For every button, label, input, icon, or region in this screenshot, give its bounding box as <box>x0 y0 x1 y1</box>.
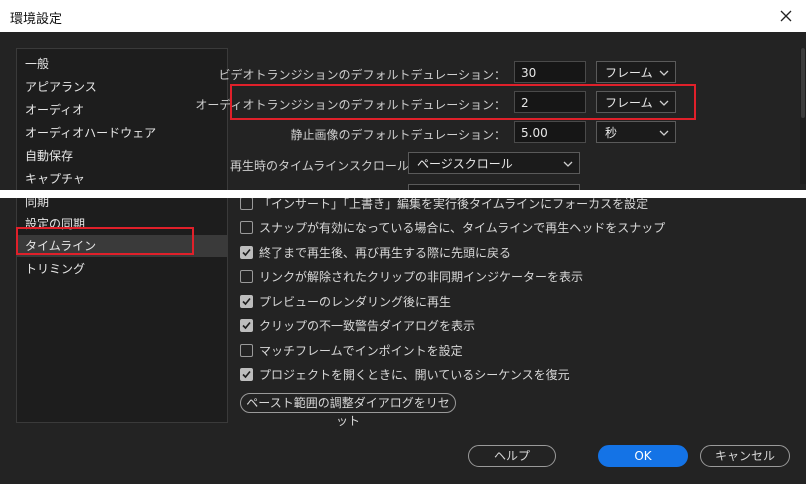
sidebar-item-audio-hardware[interactable]: オーディオハードウェア <box>17 122 227 144</box>
audio-transition-unit: フレーム <box>605 96 653 110</box>
checkbox-checked[interactable] <box>240 367 253 381</box>
video-transition-label: ビデオトランジションのデフォルトデュレーション： <box>218 68 506 82</box>
close-icon <box>780 10 792 22</box>
sidebar-item-trimming[interactable]: トリミング <box>17 258 227 280</box>
checkbox-row-return-to-start[interactable]: 終了まで再生後、再び再生する際に先頭に戻る <box>240 243 511 261</box>
still-image-unit-select[interactable]: 秒 <box>596 121 676 143</box>
video-transition-input[interactable]: 30 <box>514 61 586 83</box>
timeline-scroll-value: ページスクロール <box>417 157 513 171</box>
sidebar-item-sync-settings[interactable]: 設定の同期 <box>17 213 227 235</box>
ok-button[interactable]: OK <box>598 445 688 467</box>
checkmark-icon <box>242 321 251 329</box>
dialog-title: 環境設定 <box>10 12 63 27</box>
timeline-scroll-label: 再生時のタイムラインスクロール： <box>230 159 421 173</box>
dialog-titlebar: 環境設定 <box>0 0 806 33</box>
reset-paste-dialog-button[interactable]: ペースト範囲の調整ダイアログをリセット <box>240 393 456 428</box>
audio-transition-input[interactable]: 2 <box>514 91 586 113</box>
checkbox-row-async-indicator[interactable]: リンクが解除されたクリップの非同期インジケーターを表示 <box>240 267 583 285</box>
checkmark-icon <box>242 370 251 378</box>
checkbox-label: クリップの不一致警告ダイアログを表示 <box>259 318 476 333</box>
checkmark-icon <box>242 297 251 305</box>
checkbox-label: 終了まで再生後、再び再生する際に先頭に戻る <box>259 245 512 260</box>
still-image-label: 静止画像のデフォルトデュレーション： <box>290 128 506 142</box>
sidebar-item-timeline[interactable]: タイムライン <box>17 235 227 257</box>
sidebar-item-appearance[interactable]: アピアランス <box>17 76 227 98</box>
checkbox-label: リンクが解除されたクリップの非同期インジケーターを表示 <box>259 269 584 284</box>
checkbox[interactable] <box>240 220 253 234</box>
checkbox-label: プレビューのレンダリング後に再生 <box>259 294 452 309</box>
still-image-input[interactable]: 5.00 <box>514 121 586 143</box>
audio-transition-unit-select[interactable]: フレーム <box>596 91 676 113</box>
checkbox-row-snap-playhead[interactable]: スナップが有効になっている場合に、タイムラインで再生ヘッドをスナップ <box>240 218 665 236</box>
preferences-dialog: 一般 アピアランス オーディオ オーディオハードウェア 自動保存 キャプチャ 同… <box>0 32 806 484</box>
checkbox-label: スナップが有効になっている場合に、タイムラインで再生ヘッドをスナップ <box>259 220 666 235</box>
sidebar-item-general[interactable]: 一般 <box>17 53 227 75</box>
close-button[interactable] <box>774 4 798 28</box>
checkbox-label: プロジェクトを開くときに、開いているシーケンスを復元 <box>259 367 570 382</box>
video-transition-unit: フレーム <box>605 66 653 80</box>
sidebar-item-autosave[interactable]: 自動保存 <box>17 145 227 167</box>
cancel-button[interactable]: キャンセル <box>700 445 790 467</box>
sidebar-item-capture[interactable]: キャプチャ <box>17 168 227 190</box>
checkbox[interactable] <box>240 343 253 357</box>
settings-scrollbar[interactable] <box>800 48 806 184</box>
chevron-down-icon <box>659 92 669 114</box>
audio-transition-label: オーディオトランジションのデフォルトデュレーション： <box>195 98 506 112</box>
chevron-down-icon <box>659 122 669 144</box>
checkbox-checked[interactable] <box>240 318 253 332</box>
checkbox[interactable] <box>240 196 253 210</box>
video-transition-unit-select[interactable]: フレーム <box>596 61 676 83</box>
scrollbar-thumb[interactable] <box>801 48 805 118</box>
chevron-down-icon <box>563 153 573 175</box>
checkbox[interactable] <box>240 269 253 283</box>
checkbox-checked[interactable] <box>240 294 253 308</box>
checkmark-icon <box>242 248 251 256</box>
checkbox-row-restore-sequences[interactable]: プロジェクトを開くときに、開いているシーケンスを復元 <box>240 365 570 383</box>
still-image-unit: 秒 <box>605 126 618 140</box>
timeline-scroll-select[interactable]: ページスクロール <box>408 152 580 174</box>
checkbox-row-mismatch-warning[interactable]: クリップの不一致警告ダイアログを表示 <box>240 316 475 334</box>
checkbox-row-play-after-render[interactable]: プレビューのレンダリング後に再生 <box>240 292 451 310</box>
checkbox-checked[interactable] <box>240 245 253 259</box>
split-band <box>0 190 806 198</box>
help-button[interactable]: ヘルプ <box>468 445 556 467</box>
chevron-down-icon <box>659 62 669 84</box>
checkbox-label: マッチフレームでインポイントを設定 <box>259 343 463 358</box>
checkbox-row-match-frame-inpoint[interactable]: マッチフレームでインポイントを設定 <box>240 341 463 359</box>
